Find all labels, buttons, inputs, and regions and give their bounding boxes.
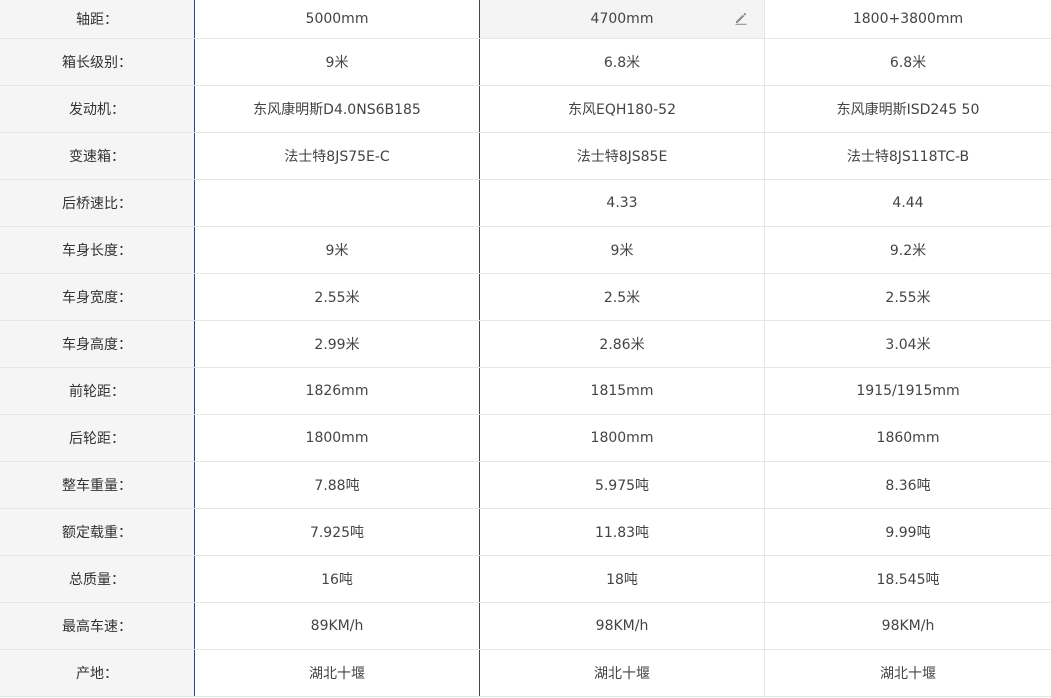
row-label: 后轮距： xyxy=(0,415,195,461)
table-row-max-speed: 最高车速： 89KM/h 98KM/h 98KM/h xyxy=(0,603,1051,650)
value-text: 4700mm xyxy=(590,11,654,27)
value-cell: 3.04米 xyxy=(765,321,1051,367)
pencil-edit-icon[interactable] xyxy=(734,11,748,25)
row-label: 后桥速比： xyxy=(0,180,195,226)
row-label: 最高车速： xyxy=(0,603,195,649)
value-cell: 东风EQH180-52 xyxy=(480,86,765,132)
value-cell: 1800mm xyxy=(195,415,480,461)
value-cell: 16吨 xyxy=(195,556,480,602)
value-cell: 6.8米 xyxy=(765,39,1051,85)
table-row-body-length: 车身长度： 9米 9米 9.2米 xyxy=(0,227,1051,274)
value-cell: 1915/1915mm xyxy=(765,368,1051,414)
value-cell: 湖北十堰 xyxy=(765,650,1051,696)
value-cell: 11.83吨 xyxy=(480,509,765,555)
table-row-gross-mass: 总质量： 16吨 18吨 18.545吨 xyxy=(0,556,1051,603)
value-cell xyxy=(195,180,480,226)
value-cell: 9.99吨 xyxy=(765,509,1051,555)
table-row-rated-load: 额定载重： 7.925吨 11.83吨 9.99吨 xyxy=(0,509,1051,556)
value-cell: 东风康明斯ISD245 50 xyxy=(765,86,1051,132)
table-row-curb-weight: 整车重量： 7.88吨 5.975吨 8.36吨 xyxy=(0,462,1051,509)
value-cell: 18吨 xyxy=(480,556,765,602)
value-cell: 1800mm xyxy=(480,415,765,461)
value-cell: 2.99米 xyxy=(195,321,480,367)
row-label: 车身宽度： xyxy=(0,274,195,320)
table-row-body-height: 车身高度： 2.99米 2.86米 3.04米 xyxy=(0,321,1051,368)
value-cell: 7.88吨 xyxy=(195,462,480,508)
value-cell: 4.44 xyxy=(765,180,1051,226)
table-row-wheelbase: 轴距： 5000mm 4700mm 1800+3800mm xyxy=(0,0,1051,39)
value-cell: 湖北十堰 xyxy=(195,650,480,696)
value-cell: 7.925吨 xyxy=(195,509,480,555)
value-cell: 2.55米 xyxy=(195,274,480,320)
value-cell: 东风康明斯D4.0NS6B185 xyxy=(195,86,480,132)
table-row-engine: 发动机： 东风康明斯D4.0NS6B185 东风EQH180-52 东风康明斯I… xyxy=(0,86,1051,133)
value-cell: 1815mm xyxy=(480,368,765,414)
table-row-body-width: 车身宽度： 2.55米 2.5米 2.55米 xyxy=(0,274,1051,321)
row-label: 总质量： xyxy=(0,556,195,602)
value-cell: 9.2米 xyxy=(765,227,1051,273)
row-label: 整车重量： xyxy=(0,462,195,508)
value-cell: 4.33 xyxy=(480,180,765,226)
spec-comparison-table: 轴距： 5000mm 4700mm 1800+3800mm 箱长级别： 9米 6… xyxy=(0,0,1051,698)
row-label: 额定载重： xyxy=(0,509,195,555)
table-row-axle-ratio: 后桥速比： 4.33 4.44 xyxy=(0,180,1051,227)
value-cell: 6.8米 xyxy=(480,39,765,85)
value-cell: 湖北十堰 xyxy=(480,650,765,696)
value-cell: 2.86米 xyxy=(480,321,765,367)
value-cell: 89KM/h xyxy=(195,603,480,649)
value-cell: 法士特8JS85E xyxy=(480,133,765,179)
value-cell: 8.36吨 xyxy=(765,462,1051,508)
value-cell: 9米 xyxy=(195,227,480,273)
table-row-box-length: 箱长级别： 9米 6.8米 6.8米 xyxy=(0,39,1051,86)
value-cell: 法士特8JS75E-C xyxy=(195,133,480,179)
value-cell: 2.55米 xyxy=(765,274,1051,320)
value-cell: 18.545吨 xyxy=(765,556,1051,602)
row-label: 车身高度： xyxy=(0,321,195,367)
value-cell: 1800+3800mm xyxy=(765,0,1051,38)
row-label: 产地： xyxy=(0,650,195,696)
value-cell: 98KM/h xyxy=(480,603,765,649)
value-cell: 9米 xyxy=(480,227,765,273)
row-label: 箱长级别： xyxy=(0,39,195,85)
table-row-origin: 产地： 湖北十堰 湖北十堰 湖北十堰 xyxy=(0,650,1051,697)
table-row-rear-track: 后轮距： 1800mm 1800mm 1860mm xyxy=(0,415,1051,462)
value-cell: 5.975吨 xyxy=(480,462,765,508)
table-row-front-track: 前轮距： 1826mm 1815mm 1915/1915mm xyxy=(0,368,1051,415)
value-cell: 5000mm xyxy=(195,0,480,38)
row-label: 车身长度： xyxy=(0,227,195,273)
value-cell: 98KM/h xyxy=(765,603,1051,649)
value-cell-editable[interactable]: 4700mm xyxy=(480,0,765,38)
value-cell: 法士特8JS118TC-B xyxy=(765,133,1051,179)
value-cell: 1860mm xyxy=(765,415,1051,461)
value-cell: 2.5米 xyxy=(480,274,765,320)
row-label: 轴距： xyxy=(0,0,195,38)
row-label: 变速箱： xyxy=(0,133,195,179)
row-label: 前轮距： xyxy=(0,368,195,414)
row-label: 发动机： xyxy=(0,86,195,132)
value-cell: 1826mm xyxy=(195,368,480,414)
value-cell: 9米 xyxy=(195,39,480,85)
table-row-gearbox: 变速箱： 法士特8JS75E-C 法士特8JS85E 法士特8JS118TC-B xyxy=(0,133,1051,180)
